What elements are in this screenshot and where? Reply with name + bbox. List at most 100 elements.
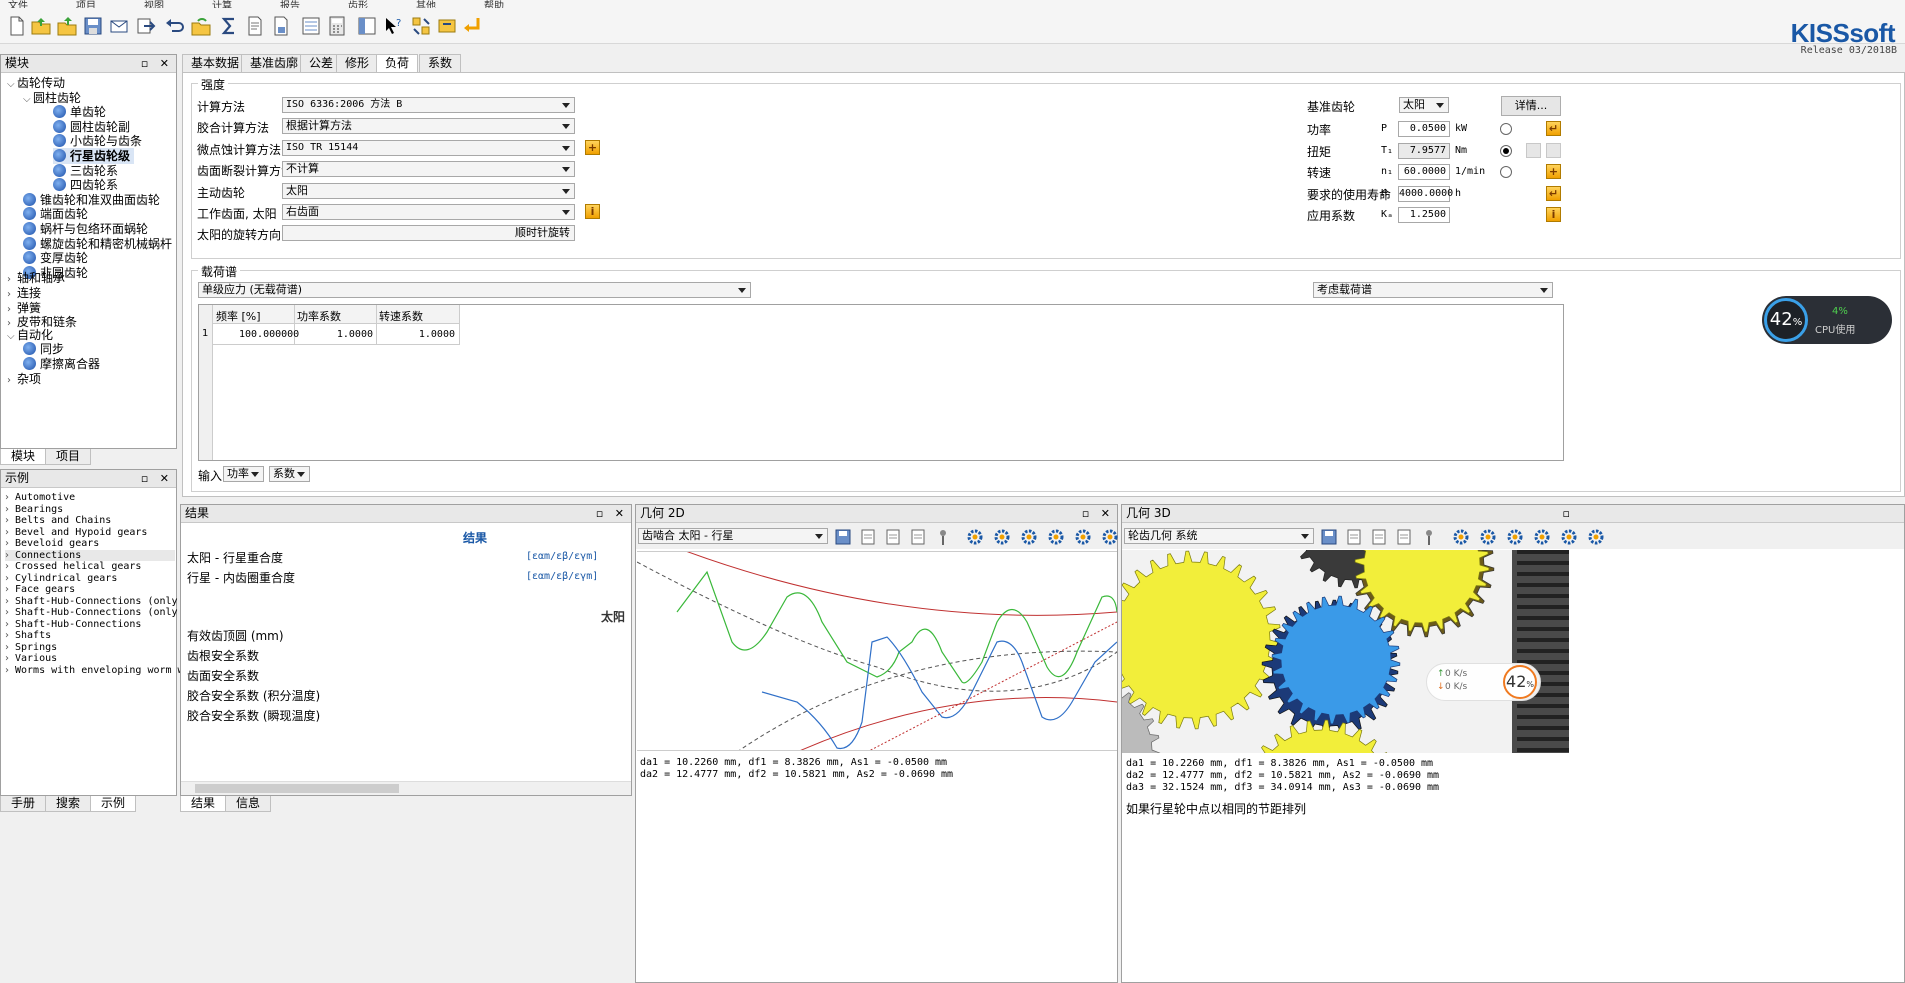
chevron-right-icon[interactable]: › xyxy=(5,504,15,515)
example-item[interactable]: › Face gears xyxy=(5,584,175,595)
chevron-right-icon[interactable]: › xyxy=(5,538,15,549)
calculator-icon[interactable] xyxy=(324,13,350,39)
settings-gear-icon[interactable] xyxy=(1478,527,1498,547)
load-spectrum-type-combo[interactable]: 单级应力 (无载荷谱) xyxy=(198,282,751,298)
tab-results[interactable]: 结果 xyxy=(180,796,227,812)
settings-gear-icon[interactable] xyxy=(1586,527,1606,547)
chevron-right-icon[interactable]: › xyxy=(5,653,15,664)
param-radio[interactable] xyxy=(1500,144,1512,157)
param-radio[interactable] xyxy=(1500,123,1512,135)
tree-item[interactable]: 四齿轮系 xyxy=(53,177,118,193)
example-item[interactable]: › Crossed helical gears xyxy=(5,561,175,572)
plus-icon[interactable]: + xyxy=(585,140,600,155)
print-icon[interactable] xyxy=(1344,527,1364,547)
example-item[interactable]: › Bevel and Hypoid gears xyxy=(5,527,175,538)
tab-examples[interactable]: 示例 xyxy=(90,796,137,812)
chevron-right-icon[interactable]: › xyxy=(5,642,15,653)
info-icon[interactable]: i xyxy=(1546,207,1561,222)
example-item[interactable]: › Beveloid gears xyxy=(5,538,175,549)
print-preview-icon[interactable] xyxy=(883,527,903,547)
drawing-icon[interactable] xyxy=(298,13,324,39)
example-item[interactable]: › Cylindrical gears xyxy=(5,573,175,584)
panel-icon[interactable] xyxy=(354,13,380,39)
example-item[interactable]: › Shaft-Hub-Connections (only … xyxy=(5,607,190,618)
example-item[interactable]: › Shafts xyxy=(5,630,175,641)
plus-icon[interactable]: + xyxy=(1546,164,1561,179)
report-icon[interactable] xyxy=(242,13,268,39)
example-item[interactable]: › Shaft-Hub-Connections (only … xyxy=(5,596,190,607)
param-value[interactable]: 4000.0000 xyxy=(1398,185,1453,202)
settings-gear-icon[interactable] xyxy=(965,527,985,547)
settings-gear-icon[interactable] xyxy=(1451,527,1471,547)
details-button[interactable]: 详情... xyxy=(1501,96,1561,116)
chevron-right-icon[interactable]: › xyxy=(5,515,15,526)
geo2d-combo[interactable]: 齿啮合 太阳 - 行星 xyxy=(638,528,828,544)
results-scrollbar[interactable] xyxy=(181,781,631,795)
geo3d-canvas[interactable]: ↑ 0 K/s ↓ 0 K/s 42% xyxy=(1122,550,1569,753)
module-b-icon[interactable] xyxy=(434,13,460,39)
tab-main-3[interactable]: 修形 xyxy=(336,54,379,72)
tree-item[interactable]: 圆柱齿轮副 xyxy=(53,119,130,135)
settings-gear-icon[interactable] xyxy=(1073,527,1093,547)
pin-icon[interactable] xyxy=(1419,527,1439,547)
chevron-right-icon[interactable]: › xyxy=(5,492,15,503)
panel-pin-close-icon[interactable]: ▫ ✕ xyxy=(141,470,173,487)
chevron-right-icon[interactable]: › xyxy=(5,596,15,607)
chevron-right-icon[interactable]: › xyxy=(5,550,15,561)
tree-item[interactable]: 摩擦离合器 xyxy=(23,356,100,372)
chevron-down-icon[interactable]: ⌵ xyxy=(23,92,33,108)
new-file-icon[interactable] xyxy=(4,13,30,39)
chevron-down-icon[interactable]: ⌵ xyxy=(7,329,17,345)
chevron-right-icon[interactable]: › xyxy=(5,527,15,538)
table-row-freq[interactable]: 100.000000 xyxy=(239,329,299,341)
exit-icon[interactable] xyxy=(132,13,158,39)
print-icon[interactable] xyxy=(858,527,878,547)
example-item[interactable]: › Various xyxy=(5,653,175,664)
tree-item[interactable]: 同步 xyxy=(23,341,64,357)
tab-info[interactable]: 信息 xyxy=(225,796,272,812)
panel-pin-close-icon[interactable]: ▫ xyxy=(1563,505,1574,522)
rotation-field[interactable]: 顺时针旋转 xyxy=(282,225,575,241)
param-value[interactable]: 0.0500 xyxy=(1398,121,1450,137)
tab-projects[interactable]: 项目 xyxy=(45,449,92,465)
param-value[interactable]: 7.9577 xyxy=(1398,142,1450,159)
export-icon[interactable] xyxy=(908,527,928,547)
example-item[interactable]: › Belts and Chains xyxy=(5,515,175,526)
tab-main-5[interactable]: 系数 xyxy=(419,54,462,72)
settings-gear-icon[interactable] xyxy=(1019,527,1039,547)
strength-combo[interactable]: 太阳 xyxy=(282,182,575,199)
strength-combo[interactable]: ISO TR 15144 xyxy=(282,139,575,156)
tab-main-0[interactable]: 基本数据 xyxy=(182,54,249,72)
tab-search[interactable]: 搜索 xyxy=(45,796,92,812)
strength-combo[interactable]: 不计算 xyxy=(282,161,575,178)
example-item[interactable]: › Worms with enveloping worm w… xyxy=(5,665,190,676)
tree-item[interactable]: 三齿轮系 xyxy=(53,163,118,179)
panel-pin-close-icon[interactable]: ▫ ✕ xyxy=(141,55,173,72)
param-value[interactable]: 60.0000 xyxy=(1398,164,1450,180)
strength-combo[interactable]: ISO 6336:2006 方法 B xyxy=(282,97,575,113)
open-folder-icon[interactable] xyxy=(28,13,54,39)
example-item[interactable]: › Shaft-Hub-Connections xyxy=(5,619,175,630)
strength-combo[interactable]: 右齿面 xyxy=(282,204,575,220)
chevron-right-icon[interactable]: › xyxy=(5,665,15,676)
module-c-icon[interactable] xyxy=(460,13,486,39)
settings-gear-icon[interactable] xyxy=(1100,527,1120,547)
save-icon[interactable] xyxy=(80,13,106,39)
module-a-icon[interactable] xyxy=(408,13,434,39)
strength-combo[interactable]: 根据计算方法 xyxy=(282,118,575,135)
undo-icon[interactable] xyxy=(162,13,188,39)
ref-gear-combo[interactable]: 太阳 xyxy=(1399,97,1449,113)
consider-load-spectrum-combo[interactable]: 考虑载荷谱 xyxy=(1313,282,1553,298)
input-power-combo[interactable]: 功率 xyxy=(223,466,264,482)
tab-modules[interactable]: 模块 xyxy=(0,449,47,465)
open-project-icon[interactable] xyxy=(54,13,80,39)
geo3d-combo[interactable]: 轮齿几何 系统 xyxy=(1124,528,1314,544)
settings-gear-icon[interactable] xyxy=(1046,527,1066,547)
scrollbar-thumb[interactable] xyxy=(195,784,399,793)
export-icon[interactable] xyxy=(1394,527,1414,547)
sum-icon[interactable] xyxy=(216,13,242,39)
chevron-right-icon[interactable]: › xyxy=(5,573,15,584)
geo2d-canvas[interactable] xyxy=(637,551,1117,751)
save-icon[interactable] xyxy=(1319,527,1339,547)
tree-item[interactable]: 锥齿轮和准双曲面齿轮 xyxy=(23,192,160,208)
